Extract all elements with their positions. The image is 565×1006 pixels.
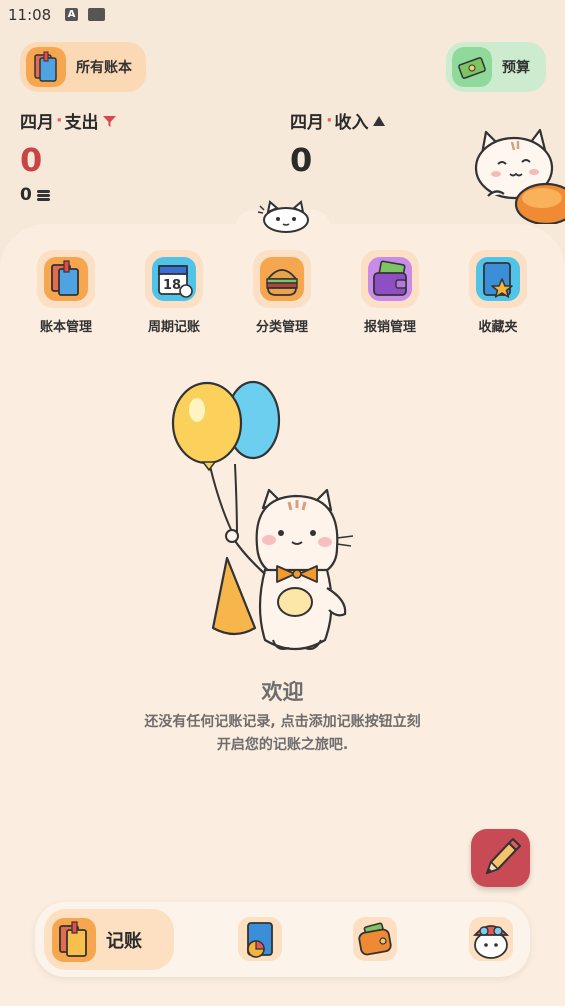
income-value: 0 bbox=[290, 141, 313, 179]
cat-mascot-peek bbox=[474, 128, 565, 224]
income-label: 收入 bbox=[334, 113, 369, 133]
filter-icon bbox=[103, 115, 117, 127]
income-arrow-icon bbox=[373, 116, 386, 126]
quick-action-label: 账本管理 bbox=[39, 320, 92, 335]
quick-action-label: 周期记账 bbox=[147, 320, 200, 335]
bottom-nav: 记账 bbox=[35, 902, 530, 977]
book-icon bbox=[37, 250, 95, 308]
budget-remaining[interactable]: 0 bbox=[20, 185, 50, 205]
income-month: 四月 bbox=[290, 113, 324, 133]
pencil-icon bbox=[485, 838, 521, 875]
nav-tab-statistics[interactable] bbox=[236, 915, 284, 963]
sd-card-icon bbox=[88, 8, 105, 21]
status-bar: 11:08 A bbox=[0, 0, 565, 30]
nav-tab-wallet[interactable] bbox=[351, 915, 399, 963]
cat-balloons-illustration bbox=[171, 380, 354, 650]
welcome-message: 还没有任何记账记录, 点击添加记账按钮立刻开启您的记账之旅吧. bbox=[144, 714, 421, 753]
expense-value: 0 bbox=[20, 141, 43, 179]
nav-tab-bookkeeping[interactable]: 记账 bbox=[44, 909, 174, 970]
wallet-icon bbox=[361, 250, 419, 308]
all-accounts-label: 所有账本 bbox=[76, 60, 132, 76]
budget-button[interactable]: 预算 bbox=[446, 42, 546, 92]
budget-label: 预算 bbox=[502, 60, 530, 76]
income-header: 四月 · 收入 bbox=[290, 108, 386, 133]
nav-tab-profile[interactable] bbox=[467, 915, 515, 963]
status-time: 11:08 bbox=[8, 6, 52, 24]
quick-action-reimburse[interactable]: 报销管理 bbox=[340, 250, 440, 335]
book-icon bbox=[52, 917, 96, 962]
add-record-button[interactable] bbox=[471, 829, 530, 887]
notification-a-icon: A bbox=[65, 8, 78, 21]
budget-remaining-value: 0 bbox=[20, 185, 32, 205]
all-accounts-button[interactable]: 所有账本 bbox=[20, 42, 146, 92]
svg-text:18: 18 bbox=[163, 278, 181, 293]
expense-header: 四月 · 支出 bbox=[20, 108, 117, 133]
quick-action-recurring[interactable]: 18 周期记账 bbox=[124, 250, 224, 335]
expense-month: 四月 bbox=[20, 113, 54, 133]
calendar-icon: 18 bbox=[145, 250, 203, 308]
expense-dot: · bbox=[56, 110, 63, 131]
quick-action-category[interactable]: 分类管理 bbox=[232, 250, 332, 335]
quick-action-favorites[interactable]: 收藏夹 bbox=[448, 250, 548, 335]
stack-icon bbox=[36, 189, 50, 201]
nav-active-label: 记账 bbox=[106, 930, 142, 952]
sheet-handle[interactable] bbox=[236, 200, 330, 243]
star-folder-icon bbox=[469, 250, 527, 308]
burger-icon bbox=[253, 250, 311, 308]
quick-action-label: 报销管理 bbox=[363, 320, 416, 335]
quick-action-label: 收藏夹 bbox=[478, 320, 518, 335]
cat-face-icon bbox=[257, 200, 309, 233]
welcome-title: 欢迎 bbox=[261, 680, 304, 704]
income-dot: · bbox=[326, 110, 333, 131]
expense-summary[interactable]: 四月 · 支出 0 bbox=[20, 108, 117, 179]
income-summary[interactable]: 四月 · 收入 0 bbox=[290, 108, 386, 179]
quick-action-account-manage[interactable]: 账本管理 bbox=[16, 250, 116, 335]
money-icon bbox=[452, 47, 492, 87]
book-icon bbox=[26, 47, 66, 87]
expense-label: 支出 bbox=[64, 113, 99, 133]
quick-action-label: 分类管理 bbox=[255, 320, 308, 335]
